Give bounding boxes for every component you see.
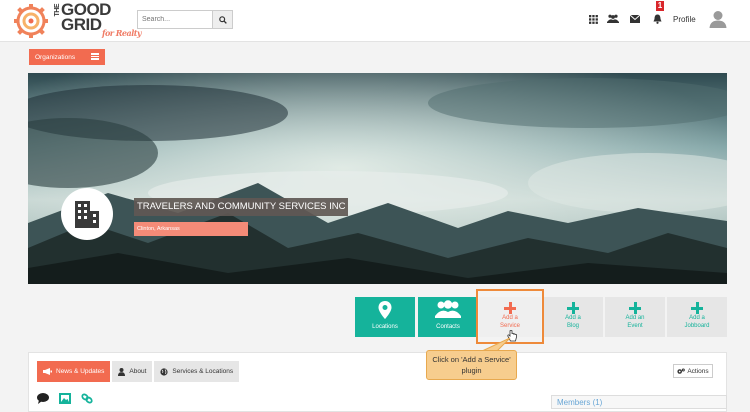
apps-grid-icon[interactable]	[587, 13, 599, 25]
contacts-label: Contacts	[436, 324, 460, 330]
gear-logo-icon	[14, 4, 48, 38]
organization-location: Clinton, Arkansas	[134, 222, 248, 236]
organization-name: TRAVELERS AND COMMUNITY SERVICES INC	[134, 198, 348, 216]
tab-news-updates[interactable]: News & Updates	[37, 361, 111, 382]
gears-icon	[677, 368, 686, 374]
locations-button[interactable]: Locations	[355, 297, 415, 337]
organization-avatar	[61, 188, 113, 240]
user-icon	[118, 367, 126, 376]
cover-image	[28, 73, 727, 284]
instruction-callout: Click on 'Add a Service' plugin	[426, 350, 517, 380]
megaphone-icon	[43, 368, 52, 375]
tab-services-locations[interactable]: Services & Locations	[154, 361, 240, 382]
menu-icon	[91, 53, 99, 60]
tab-about[interactable]: About	[112, 361, 153, 382]
locations-label: Locations	[372, 324, 398, 330]
organizations-label: Organizations	[35, 53, 76, 61]
add-blog-button[interactable]: Add a Blog	[543, 297, 603, 337]
tab-about-label: About	[129, 368, 147, 375]
organizations-button[interactable]: Organizations	[29, 49, 105, 65]
people-icon	[435, 300, 461, 318]
top-navbar: THE GOOD GRID for Realty Search... 1 Pro…	[0, 0, 750, 42]
plus-icon	[691, 302, 703, 314]
tab-news-label: News & Updates	[56, 368, 105, 375]
avatar[interactable]	[708, 9, 728, 29]
search-box	[137, 10, 233, 29]
add-jobboard-label: Add a Jobboard	[684, 315, 710, 329]
speech-bubble-icon[interactable]	[37, 393, 49, 404]
contacts-button[interactable]: Contacts	[418, 297, 478, 337]
add-jobboard-button[interactable]: Add a Jobboard	[667, 297, 727, 337]
search-button[interactable]	[212, 11, 232, 28]
search-input[interactable]	[138, 11, 212, 28]
actions-label: Actions	[687, 367, 709, 375]
add-event-label: Add an Event	[625, 315, 645, 329]
user-silhouette-icon	[709, 11, 727, 28]
search-icon	[218, 15, 227, 24]
logo-tagline: for Realty	[102, 28, 142, 38]
add-event-button[interactable]: Add an Event	[605, 297, 665, 337]
post-type-icons	[37, 393, 93, 404]
link-icon[interactable]	[81, 393, 93, 404]
plus-icon	[567, 302, 579, 314]
members-panel-header[interactable]: Members (1)	[551, 395, 727, 409]
photo-icon[interactable]	[59, 393, 71, 404]
content-tabs: News & Updates About Services & Location…	[37, 361, 240, 382]
building-icon	[75, 201, 99, 228]
notification-badge: 1	[656, 1, 664, 11]
tab-services-label: Services & Locations	[172, 368, 234, 375]
actions-button[interactable]: Actions	[673, 364, 713, 378]
people-icon[interactable]	[607, 13, 619, 25]
bell-icon[interactable]	[651, 13, 663, 25]
logo-grid: GRID	[61, 15, 102, 34]
map-pin-icon	[378, 301, 392, 319]
profile-link[interactable]: Profile	[673, 15, 696, 24]
globe-icon	[160, 367, 169, 376]
plus-icon	[629, 302, 641, 314]
site-logo[interactable]: THE GOOD GRID for Realty	[12, 1, 142, 40]
envelope-icon[interactable]	[629, 13, 641, 25]
add-blog-label: Add a Blog	[565, 315, 581, 329]
